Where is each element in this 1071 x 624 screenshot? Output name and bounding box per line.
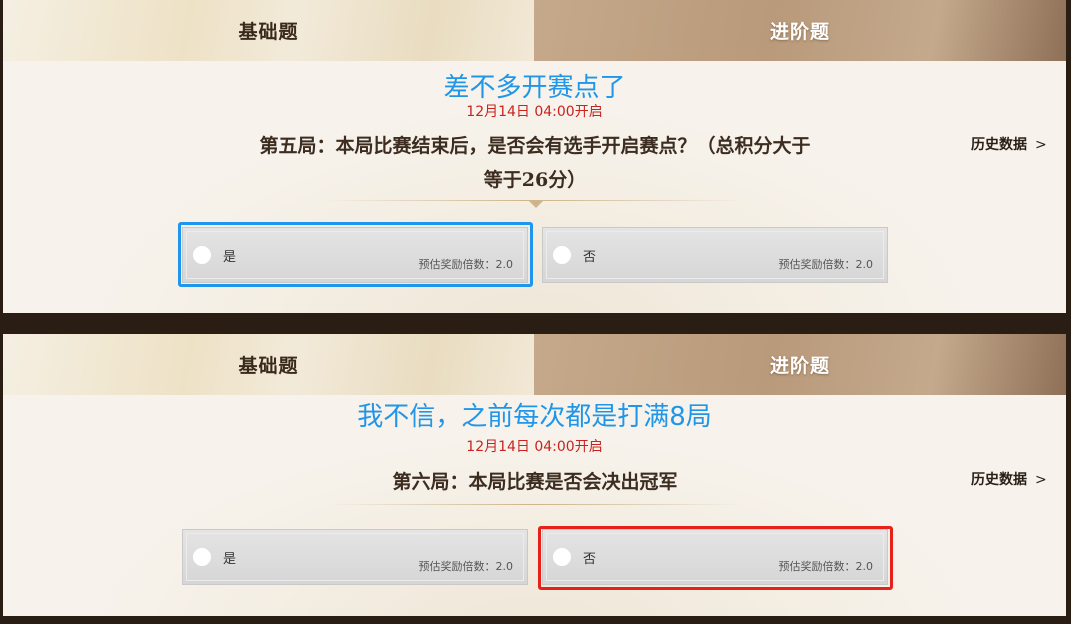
option-label: 否 bbox=[583, 250, 597, 265]
tab-basic[interactable]: 基础题 bbox=[3, 0, 534, 62]
history-label: 历史数据 bbox=[971, 137, 1027, 153]
option-label: 是 bbox=[223, 552, 237, 567]
question-text: 第五局：本局比赛结束后，是否会有选手开启赛点？（总积分大于等于26分） bbox=[259, 135, 811, 191]
question-text: 第六局：本局比赛是否会决出冠军 bbox=[392, 471, 678, 493]
history-label: 历史数据 bbox=[971, 472, 1027, 488]
quiz-panel-1: 基础题 进阶题 差不多开赛点了 12月14日 04:00开启 第五局：本局比赛结… bbox=[3, 0, 1066, 313]
open-time: 12月14日 04:00开启 bbox=[466, 104, 603, 120]
option-no[interactable]: 否 预估奖励倍数：2.0 bbox=[542, 227, 888, 283]
tab-basic[interactable]: 基础题 bbox=[3, 334, 534, 396]
annotation-text: 我不信，之前每次都是打满8局 bbox=[357, 402, 712, 432]
option-yes[interactable]: 是 预估奖励倍数：2.0 bbox=[182, 529, 528, 585]
tab-bar: 基础题 进阶题 bbox=[3, 0, 1066, 62]
history-data-link[interactable]: 历史数据 > bbox=[971, 469, 1047, 489]
tab-bar: 基础题 进阶题 bbox=[3, 334, 1066, 396]
tab-advanced[interactable]: 进阶题 bbox=[534, 334, 1066, 395]
radio-icon[interactable] bbox=[193, 548, 211, 566]
divider bbox=[323, 504, 747, 505]
history-data-link[interactable]: 历史数据 > bbox=[971, 134, 1047, 154]
divider-notch-icon bbox=[529, 201, 543, 208]
open-time: 12月14日 04:00开启 bbox=[466, 439, 603, 455]
highlight-box-red bbox=[538, 526, 893, 590]
chevron-right-icon: > bbox=[1035, 137, 1047, 153]
question-area: 我不信，之前每次都是打满8局 12月14日 04:00开启 第六局：本局比赛是否… bbox=[3, 395, 1066, 616]
question-area: 差不多开赛点了 12月14日 04:00开启 第五局：本局比赛结束后，是否会有选… bbox=[3, 61, 1066, 313]
quiz-panel-2: 基础题 进阶题 我不信，之前每次都是打满8局 12月14日 04:00开启 第六… bbox=[3, 334, 1066, 616]
reward-multiplier: 预估奖励倍数：2.0 bbox=[418, 560, 514, 573]
reward-multiplier: 预估奖励倍数：2.0 bbox=[778, 258, 874, 271]
radio-icon[interactable] bbox=[553, 246, 571, 264]
highlight-box-blue bbox=[178, 222, 533, 287]
tab-advanced[interactable]: 进阶题 bbox=[534, 0, 1066, 61]
chevron-right-icon: > bbox=[1035, 472, 1047, 488]
annotation-text: 差不多开赛点了 bbox=[443, 73, 626, 103]
